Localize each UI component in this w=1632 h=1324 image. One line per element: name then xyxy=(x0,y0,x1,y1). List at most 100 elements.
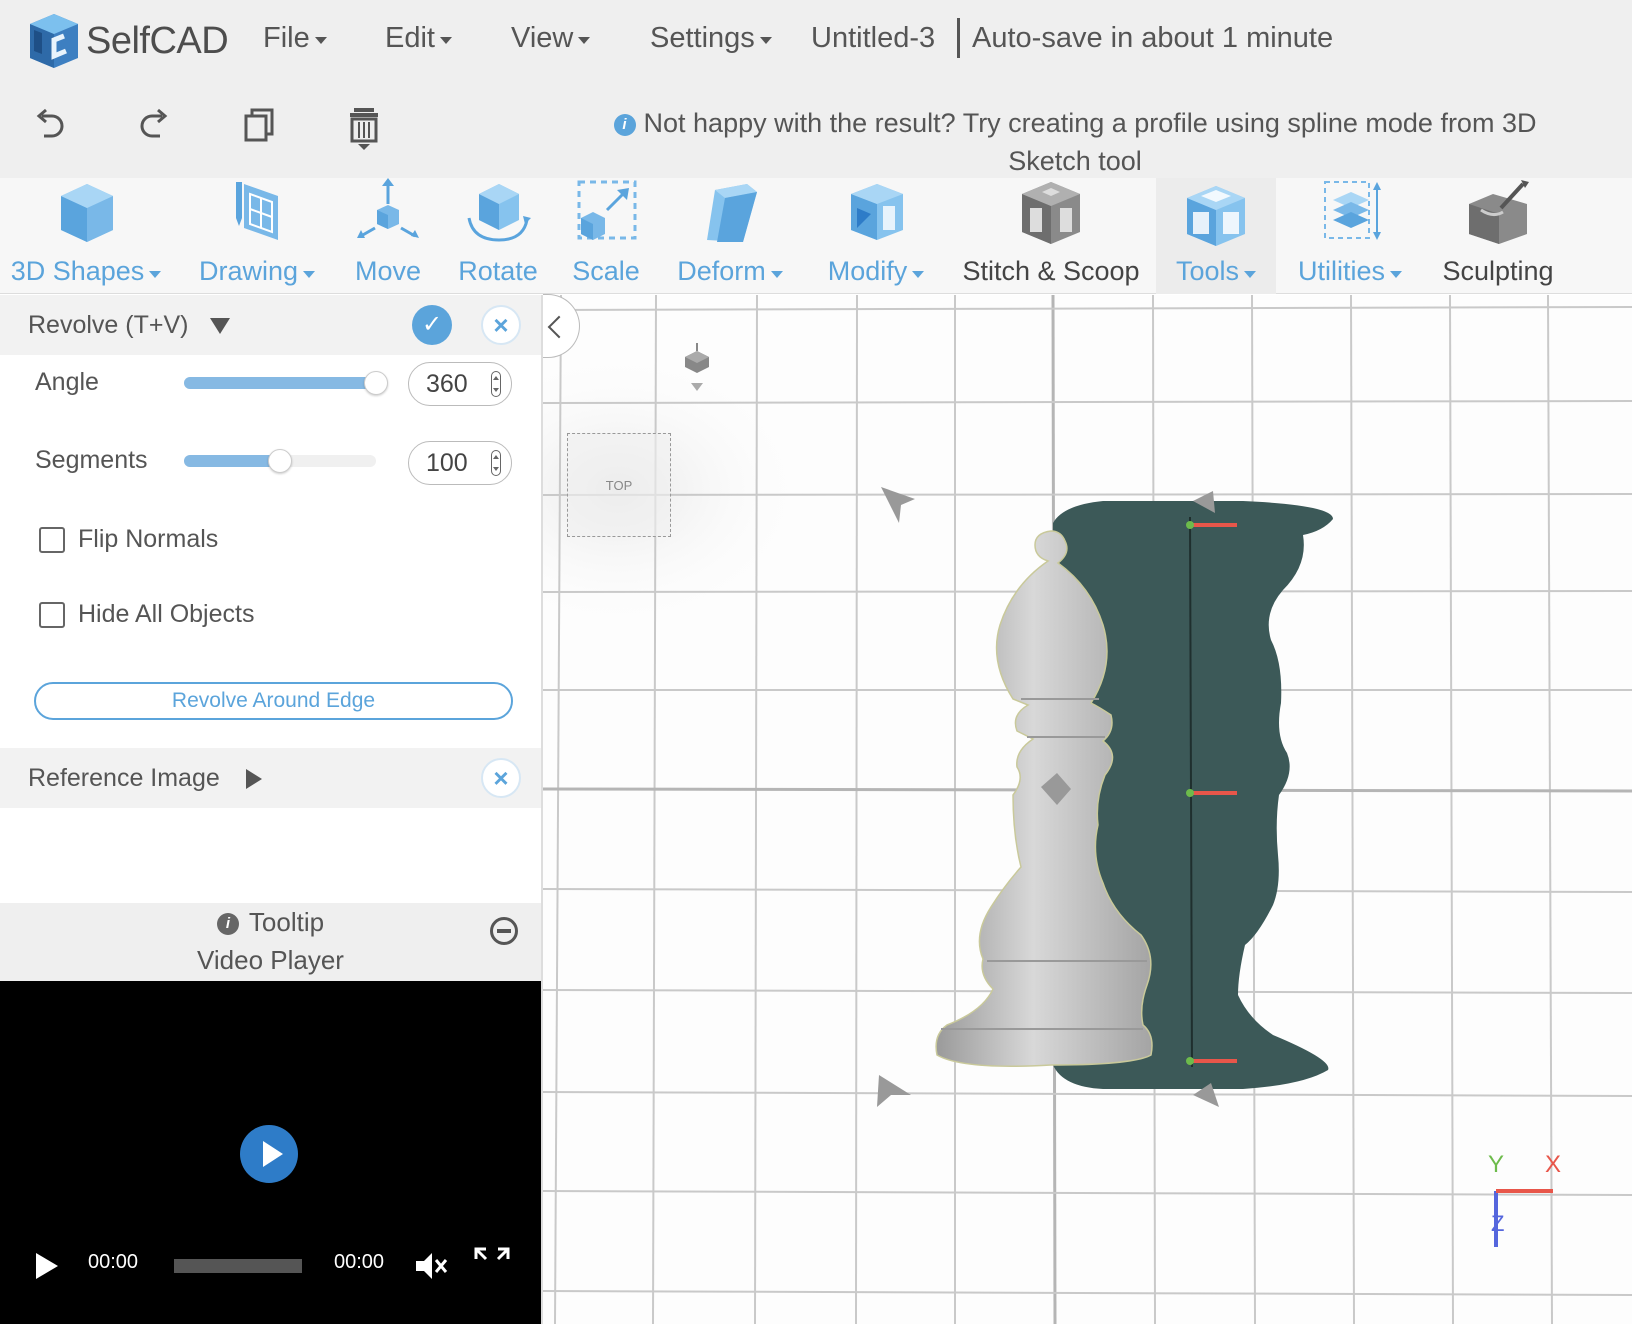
hide-all-objects-label[interactable]: Hide All Objects xyxy=(78,600,254,629)
reference-image-label: Reference Image xyxy=(28,764,220,792)
segments-slider-handle[interactable] xyxy=(268,449,292,473)
3d-viewport[interactable]: Y X Z xyxy=(543,295,1632,1324)
tool-label: Utilities xyxy=(1298,256,1402,287)
menu-view-label: View xyxy=(511,22,574,54)
minimize-button[interactable] xyxy=(490,917,518,945)
check-icon: ✓ xyxy=(421,311,443,338)
chevron-down-icon xyxy=(578,37,591,44)
close-icon: × xyxy=(493,310,509,340)
menu-settings[interactable]: Settings xyxy=(650,22,772,55)
expand-triangle-icon xyxy=(245,768,262,789)
tool-deform[interactable]: Deform xyxy=(668,178,792,294)
info-icon: i xyxy=(216,913,239,935)
scale-icon xyxy=(577,180,637,240)
stitch-scoop-icon xyxy=(1022,182,1080,244)
segments-slider[interactable] xyxy=(184,449,376,473)
tool-sculpting[interactable]: Sculpting xyxy=(1436,178,1560,294)
spinner-icon[interactable] xyxy=(491,371,501,397)
scene-canvas[interactable] xyxy=(543,295,1632,1324)
reference-image-header[interactable]: Reference Image × xyxy=(0,748,541,808)
segments-label: Segments xyxy=(35,446,148,474)
hide-all-objects-checkbox[interactable] xyxy=(39,602,65,628)
info-icon: i xyxy=(613,114,636,136)
apply-button[interactable]: ✓ xyxy=(412,305,452,345)
copy-icon xyxy=(244,108,274,142)
deform-icon xyxy=(707,184,757,242)
action-bar: i Not happy with the result? Try creating… xyxy=(0,86,1632,178)
tool-label: Rotate xyxy=(458,256,538,286)
tool-label: Stitch & Scoop xyxy=(962,256,1140,286)
app-name: SelfCAD xyxy=(86,19,229,62)
menu-file[interactable]: File xyxy=(263,22,327,55)
tool-drawing[interactable]: Drawing xyxy=(195,178,319,294)
tool-modify[interactable]: Modify xyxy=(818,178,934,294)
tool-3d-shapes[interactable]: 3D Shapes xyxy=(10,178,162,294)
play-icon[interactable] xyxy=(36,1253,58,1279)
tool-label: 3D Shapes xyxy=(11,256,162,287)
tooltip-subtitle: Video Player xyxy=(197,945,344,975)
segments-slider-fill xyxy=(184,455,280,467)
panel-title[interactable]: Revolve (T+V) xyxy=(28,311,231,340)
utilities-icon xyxy=(1324,181,1381,240)
tooltip-title: i Tooltip xyxy=(0,907,541,938)
menu-view[interactable]: View xyxy=(511,22,591,55)
tool-move[interactable]: Move xyxy=(342,178,434,294)
angle-slider[interactable] xyxy=(184,371,388,395)
autosave-status: Auto-save in about 1 minute xyxy=(972,22,1334,54)
menu-bar: SelfCAD File Edit View Settings Untitled… xyxy=(0,0,1632,86)
video-duration: 00:00 xyxy=(334,1251,385,1273)
undo-button[interactable] xyxy=(30,104,70,148)
axis-x-label: X xyxy=(1545,1151,1562,1178)
tool-scale[interactable]: Scale xyxy=(562,178,650,294)
reference-image-title[interactable]: Reference Image xyxy=(28,764,262,793)
selfcad-logo-icon xyxy=(30,14,78,68)
revolve-panel-header[interactable]: Revolve (T+V) ✓ × xyxy=(0,295,541,355)
spinner-icon[interactable] xyxy=(491,450,501,476)
flip-normals-checkbox[interactable] xyxy=(39,527,65,553)
revolve-around-edge-button[interactable]: Revolve Around Edge xyxy=(34,682,513,720)
chevron-down-icon xyxy=(314,37,327,44)
sculpting-icon xyxy=(1469,180,1529,244)
video-player: 00:00 00:00 xyxy=(0,981,541,1324)
redo-button[interactable] xyxy=(134,104,174,148)
tool-ribbon: 3D Shapes Drawing Move Rotate Scale Defo… xyxy=(0,178,1632,294)
tooltip-title-text: Tooltip xyxy=(248,907,325,937)
video-progress-bar[interactable] xyxy=(174,1259,302,1273)
tool-utilities[interactable]: Utilities xyxy=(1290,178,1410,294)
delete-button[interactable] xyxy=(344,104,384,150)
tool-label: Deform xyxy=(677,256,783,287)
tool-tools[interactable]: Tools xyxy=(1156,178,1276,294)
menu-settings-label: Settings xyxy=(650,22,755,54)
angle-input[interactable]: 360 xyxy=(408,362,512,406)
copy-button[interactable] xyxy=(240,104,280,148)
hint-text: Not happy with the result? Try creating … xyxy=(643,108,1537,176)
document-name[interactable]: Untitled-3 xyxy=(811,22,935,55)
axis-y-label: Y xyxy=(1488,1151,1505,1178)
fullscreen-icon[interactable] xyxy=(474,1247,510,1283)
reference-close-button[interactable]: × xyxy=(481,758,521,798)
menu-edit-label: Edit xyxy=(385,22,435,54)
tool-label: Scale xyxy=(572,256,640,286)
app-logo[interactable]: SelfCAD xyxy=(24,10,229,72)
panel-title-text: Revolve (T+V) xyxy=(28,311,189,339)
play-button[interactable] xyxy=(240,1125,298,1183)
modify-icon xyxy=(851,184,903,240)
tool-rotate[interactable]: Rotate xyxy=(450,178,546,294)
segments-input[interactable]: 100 xyxy=(408,441,512,485)
angle-slider-handle[interactable] xyxy=(364,371,388,395)
mute-icon[interactable] xyxy=(414,1249,448,1283)
video-current-time: 00:00 xyxy=(88,1251,139,1273)
flip-normals-label[interactable]: Flip Normals xyxy=(78,525,218,554)
view-cube-top[interactable]: TOP xyxy=(567,433,671,537)
rotate-icon xyxy=(467,184,531,242)
revolve-panel: Revolve (T+V) ✓ × Angle 360 Segments 100… xyxy=(0,295,543,1324)
cancel-button[interactable]: × xyxy=(481,305,521,345)
tooltip-header: i Tooltip Video Player xyxy=(0,903,541,981)
tool-label: Sculpting xyxy=(1442,256,1554,286)
hint-message: i Not happy with the result? Try creating… xyxy=(570,104,1580,180)
tool-stitch-scoop[interactable]: Stitch & Scoop xyxy=(960,178,1142,294)
cube-icon xyxy=(61,184,113,242)
menu-edit[interactable]: Edit xyxy=(385,22,452,55)
tool-label: Tools xyxy=(1176,256,1257,287)
divider xyxy=(957,18,960,58)
